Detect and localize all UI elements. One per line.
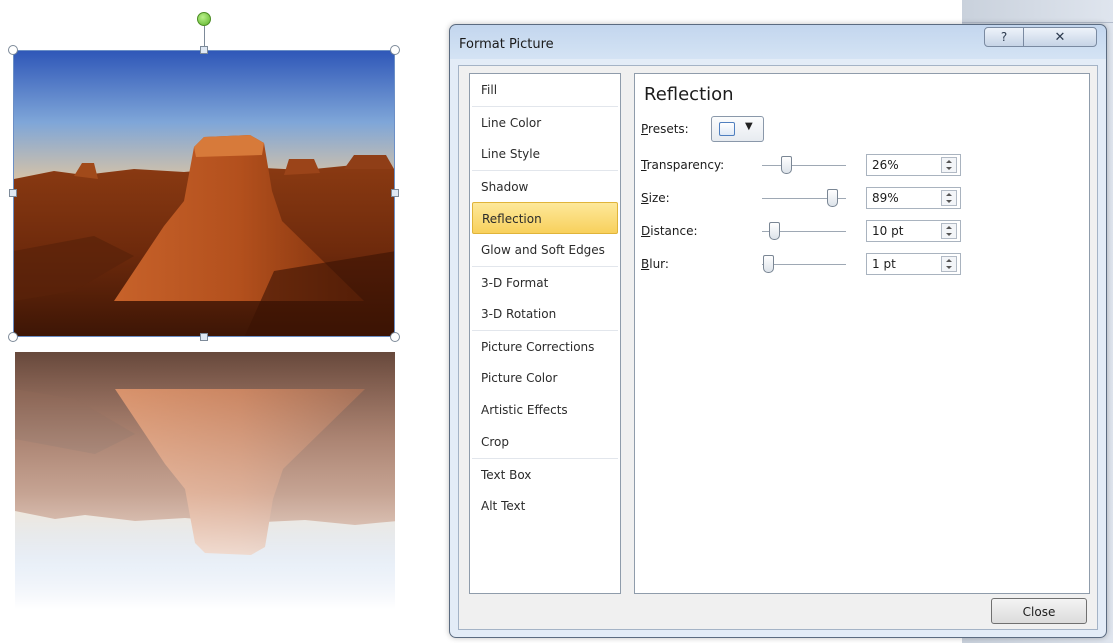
chevron-down-icon: ▼ — [745, 121, 753, 132]
size-input[interactable]: 89% — [866, 187, 961, 209]
transparency-spinner[interactable] — [941, 157, 957, 173]
spin-up-icon[interactable] — [946, 226, 952, 229]
category-reflection[interactable]: Reflection — [472, 202, 618, 234]
size-label-rest: ize: — [648, 191, 670, 205]
category-artistic-effects[interactable]: Artistic Effects — [472, 394, 618, 426]
resize-handle-bottom-right[interactable] — [390, 332, 400, 342]
category-crop[interactable]: Crop — [472, 426, 618, 458]
close-icon: ✕ — [1054, 29, 1066, 45]
dialog-body: Fill Line Color Line Style Shadow Reflec… — [458, 65, 1098, 630]
reflection-preset-icon — [719, 122, 735, 136]
blur-input[interactable]: 1 pt — [866, 253, 961, 275]
transparency-value: 26% — [872, 158, 899, 172]
picture-image[interactable] — [13, 50, 395, 337]
blur-label: Blur: — [641, 257, 669, 271]
close-button[interactable]: Close — [991, 598, 1087, 624]
resize-handle-top[interactable] — [200, 46, 208, 54]
resize-handle-top-left[interactable] — [8, 45, 18, 55]
category-shadow[interactable]: Shadow — [472, 170, 618, 202]
spin-down-icon[interactable] — [946, 167, 952, 170]
category-glow-soft-edges[interactable]: Glow and Soft Edges — [472, 234, 618, 266]
blur-label-rest: lur: — [649, 257, 669, 271]
rotation-stem — [204, 26, 205, 48]
picture-reflection — [15, 352, 395, 609]
reflection-panel: Reflection Presets: ▼ Transparency: 26% … — [634, 73, 1090, 594]
category-alt-text[interactable]: Alt Text — [472, 490, 618, 522]
size-value: 89% — [872, 191, 899, 205]
spin-down-icon[interactable] — [946, 200, 952, 203]
resize-handle-bottom-left[interactable] — [8, 332, 18, 342]
category-line-color[interactable]: Line Color — [472, 106, 618, 138]
distance-spinner[interactable] — [941, 223, 957, 239]
presets-label-rest: resets: — [648, 122, 689, 136]
blur-slider-thumb[interactable] — [762, 255, 774, 273]
blur-slider-track[interactable] — [762, 264, 846, 265]
distance-value: 10 pt — [872, 224, 904, 238]
distance-label-key: D — [641, 224, 651, 238]
resize-handle-top-right[interactable] — [390, 45, 400, 55]
transparency-label-rest: ransparency: — [646, 158, 725, 172]
panel-title: Reflection — [644, 84, 734, 105]
distance-input[interactable]: 10 pt — [866, 220, 961, 242]
spin-up-icon[interactable] — [946, 193, 952, 196]
reflection-fade — [15, 352, 395, 609]
category-fill[interactable]: Fill — [472, 74, 618, 106]
blur-spinner[interactable] — [941, 256, 957, 272]
dialog-title: Format Picture — [459, 37, 554, 52]
transparency-input[interactable]: 26% — [866, 154, 961, 176]
presets-label: Presets: — [641, 122, 689, 136]
category-3d-format[interactable]: 3-D Format — [472, 266, 618, 298]
help-button[interactable]: ? — [984, 27, 1024, 47]
dialog-close-x-button[interactable]: ✕ — [1023, 27, 1097, 47]
blur-label-key: B — [641, 257, 650, 271]
transparency-slider-track[interactable] — [762, 165, 846, 166]
distance-label-rest: istance: — [650, 224, 698, 238]
spin-up-icon[interactable] — [946, 259, 952, 262]
distance-label: Distance: — [641, 224, 698, 238]
spin-down-icon[interactable] — [946, 266, 952, 269]
transparency-label: Transparency: — [641, 158, 724, 172]
desert-butte-image — [14, 51, 394, 336]
blur-value: 1 pt — [872, 257, 896, 271]
presets-label-key: P — [641, 122, 649, 136]
category-list: Fill Line Color Line Style Shadow Reflec… — [469, 73, 621, 594]
resize-handle-right[interactable] — [391, 189, 399, 197]
size-label-key: S — [641, 191, 649, 205]
category-picture-color[interactable]: Picture Color — [472, 362, 618, 394]
spin-up-icon[interactable] — [946, 160, 952, 163]
rotation-handle[interactable] — [197, 12, 211, 26]
size-slider-thumb[interactable] — [826, 189, 838, 207]
presets-dropdown[interactable]: ▼ — [711, 116, 764, 142]
category-line-style[interactable]: Line Style — [472, 138, 618, 170]
resize-handle-bottom[interactable] — [200, 333, 208, 341]
size-spinner[interactable] — [941, 190, 957, 206]
transparency-slider-thumb[interactable] — [780, 156, 792, 174]
category-3d-rotation[interactable]: 3-D Rotation — [472, 298, 618, 330]
resize-handle-left[interactable] — [9, 189, 17, 197]
category-picture-corrections[interactable]: Picture Corrections — [472, 330, 618, 362]
category-text-box[interactable]: Text Box — [472, 458, 618, 490]
size-label: Size: — [641, 191, 670, 205]
help-icon: ? — [1000, 30, 1008, 44]
spin-down-icon[interactable] — [946, 233, 952, 236]
distance-slider-thumb[interactable] — [769, 222, 781, 240]
format-picture-dialog: Format Picture ? ✕ Fill Line Color Line … — [449, 24, 1107, 638]
